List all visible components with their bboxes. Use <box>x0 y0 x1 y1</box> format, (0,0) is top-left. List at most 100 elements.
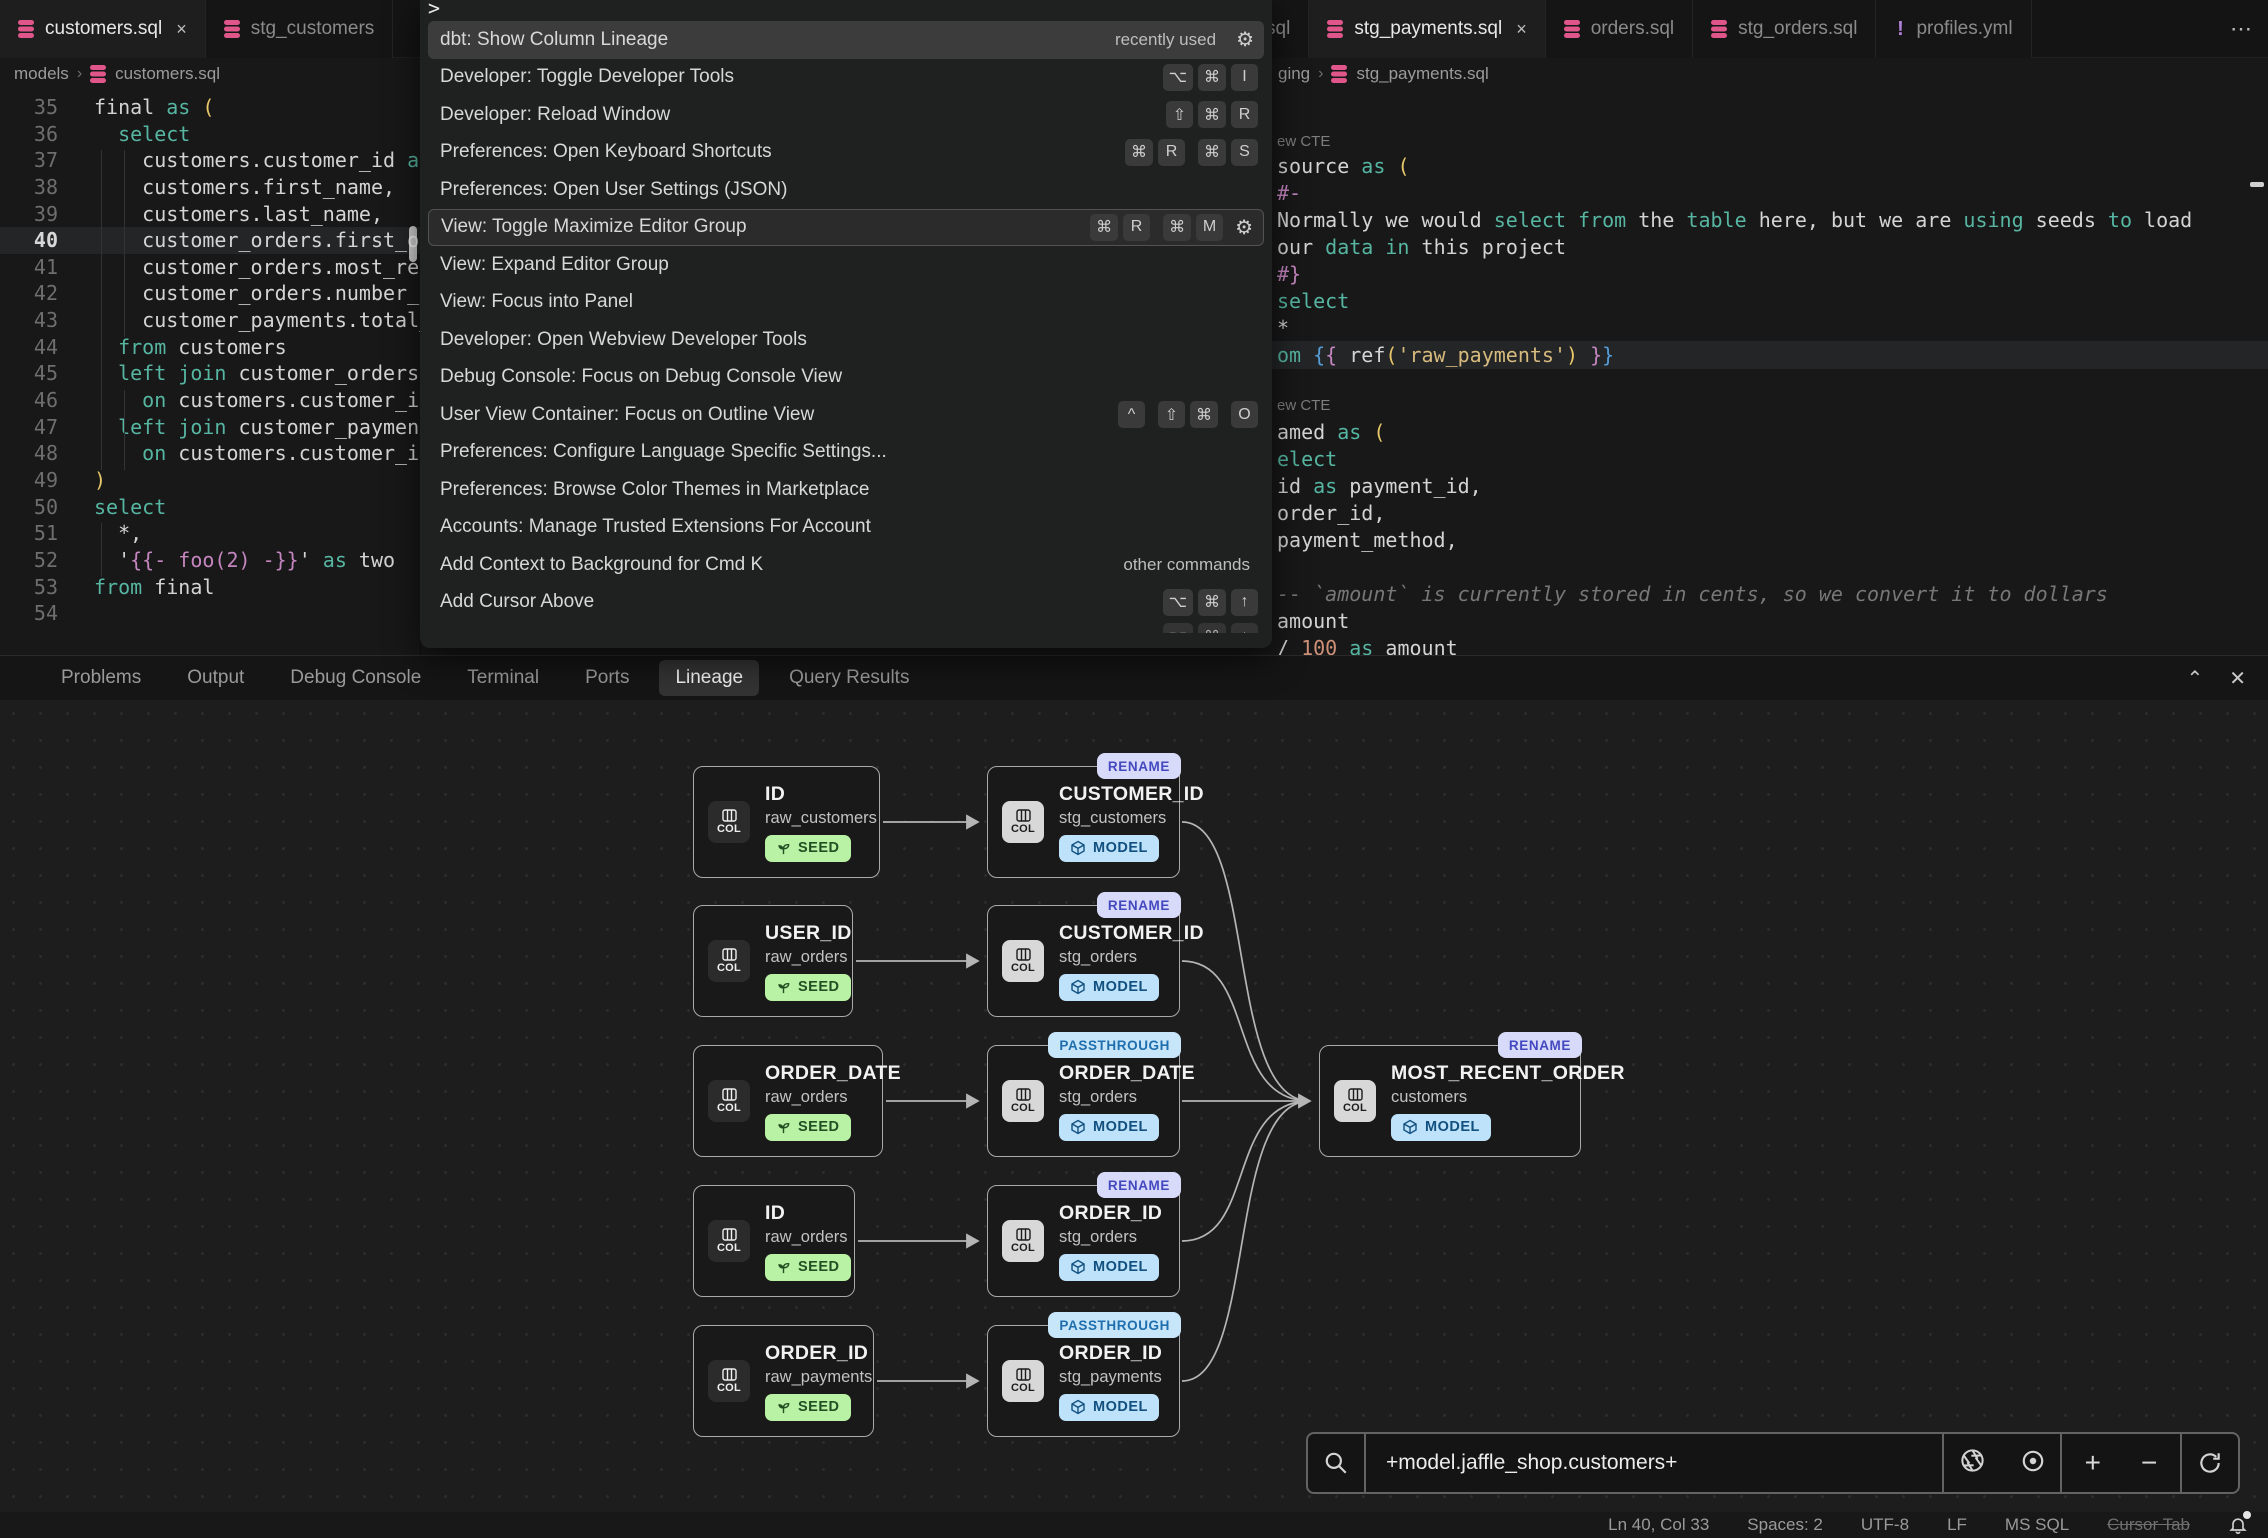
lineage-node-target-customer_id[interactable]: RENAMECOLCUSTOMER_IDstg_customersMODEL <box>987 766 1180 878</box>
status-ln[interactable]: Ln 40, Col 33 <box>1608 1515 1709 1535</box>
tab-stg_customers[interactable]: stg_customers <box>206 0 394 58</box>
lineage-node-source-order_date[interactable]: COLORDER_DATEraw_ordersSEED <box>693 1045 883 1157</box>
scrollbar-thumb[interactable] <box>409 226 417 262</box>
status-utf-8[interactable]: UTF-8 <box>1861 1515 1909 1535</box>
code-line[interactable]: 44 from customers <box>0 334 420 361</box>
command-item-partial[interactable]: ⌥⌘↓ <box>420 623 1272 633</box>
breadcrumb-file[interactable]: customers.sql <box>115 64 220 84</box>
command-item-preferences[interactable]: Preferences: Open User Settings (JSON) <box>420 171 1272 209</box>
collapse-panel-icon[interactable]: ⌃ <box>2186 666 2203 691</box>
code-line[interactable]: 48 on customers.customer_id <box>0 440 420 467</box>
gear-icon[interactable]: ⚙ <box>1235 215 1253 240</box>
breadcrumb[interactable]: models › customers.sql <box>0 58 420 90</box>
command-item-preferences[interactable]: Preferences: Open Keyboard Shortcuts⌘R⌘S <box>420 134 1272 172</box>
lineage-node-source-id[interactable]: COLIDraw_ordersSEED <box>693 1185 855 1297</box>
cursor-tab-toggle[interactable]: Cursor Tab <box>2107 1515 2190 1535</box>
code-line[interactable]: 46 on customers.customer_id <box>0 387 420 414</box>
code-line[interactable]: #- <box>1277 180 1301 207</box>
scrollbar-dash[interactable] <box>2250 182 2264 187</box>
model-query-input[interactable] <box>1386 1451 1942 1475</box>
code-line[interactable]: 52 '{{- foo(2) -}}' as two <box>0 547 420 574</box>
lineage-node-source-order_id[interactable]: COLORDER_IDraw_paymentsSEED <box>693 1325 874 1437</box>
code-line[interactable]: / 100 as amount <box>1277 635 1458 655</box>
close-icon[interactable]: × <box>176 19 187 40</box>
code-area[interactable]: 35final as (36 select37 customers.custom… <box>0 90 420 627</box>
command-item-developer[interactable]: Developer: Toggle Developer Tools⌥⌘I <box>420 59 1272 97</box>
code-line[interactable]: 49) <box>0 467 420 494</box>
command-item-view[interactable]: View: Focus into Panel <box>420 284 1272 322</box>
tab-customers-sql[interactable]: customers.sql× <box>0 0 206 58</box>
search-icon[interactable] <box>1308 1434 1366 1492</box>
panel-tab-ports[interactable]: Ports <box>569 660 645 696</box>
panel-tab-terminal[interactable]: Terminal <box>451 660 555 696</box>
breadcrumb-root[interactable]: ging <box>1278 64 1310 84</box>
command-item-debug-console[interactable]: Debug Console: Focus on Debug Console Vi… <box>420 359 1272 397</box>
code-line[interactable]: 35final as ( <box>0 94 420 121</box>
tab-stg_orders-sql[interactable]: stg_orders.sql <box>1693 0 1876 58</box>
lineage-node-target-order_date[interactable]: PASSTHROUGHCOLORDER_DATEstg_ordersMODEL <box>987 1045 1180 1157</box>
code-line[interactable]: 47 left join customer_payment <box>0 414 420 441</box>
zoom-out-button[interactable]: − <box>2141 1449 2157 1477</box>
code-line[interactable]: 53from final <box>0 574 420 601</box>
refresh-icon[interactable] <box>2182 1434 2238 1492</box>
code-line[interactable]: elect <box>1277 446 1337 473</box>
tab-overflow-button[interactable]: ⋯ <box>2214 0 2268 57</box>
command-item-user-view-container[interactable]: User View Container: Focus on Outline Vi… <box>420 396 1272 434</box>
code-line[interactable]: 50select <box>0 494 420 521</box>
code-line[interactable]: 42 customer_orders.number_o <box>0 280 420 307</box>
code-line[interactable]: 45 left join customer_orders <box>0 360 420 387</box>
code-line[interactable]: id as payment_id, <box>1277 473 1482 500</box>
close-panel-icon[interactable]: ✕ <box>2229 666 2246 691</box>
code-line[interactable]: 38 customers.first_name, <box>0 174 420 201</box>
breadcrumb-root[interactable]: models <box>14 64 69 84</box>
gear-icon[interactable]: ⚙ <box>1236 27 1254 52</box>
code-line[interactable]: 43 customer_payments.total_ <box>0 307 420 334</box>
code-line[interactable]: our data in this project <box>1277 234 1566 261</box>
code-line[interactable]: 36 select <box>0 121 420 148</box>
panel-tab-debug-console[interactable]: Debug Console <box>274 660 437 696</box>
code-line[interactable]: amount <box>1277 608 1349 635</box>
panel-tab-problems[interactable]: Problems <box>45 660 157 696</box>
lineage-node-target-customer_id[interactable]: RENAMECOLCUSTOMER_IDstg_ordersMODEL <box>987 905 1180 1017</box>
code-line[interactable]: 40 customer_orders.first_or <box>0 227 420 254</box>
aperture-icon[interactable] <box>1959 1447 1986 1479</box>
command-item-preferences[interactable]: Preferences: Browse Color Themes in Mark… <box>420 471 1272 509</box>
code-line[interactable]: 54 <box>0 600 420 627</box>
lineage-node-target-order_id[interactable]: RENAMECOLORDER_IDstg_ordersMODEL <box>987 1185 1180 1297</box>
command-item-developer[interactable]: Developer: Open Webview Developer Tools <box>420 321 1272 359</box>
code-line[interactable]: 51 *, <box>0 520 420 547</box>
tab-orders-sql[interactable]: orders.sql <box>1546 0 1693 58</box>
code-line[interactable]: #} <box>1277 261 1301 288</box>
lineage-canvas[interactable]: COLIDraw_customersSEED RENAMECOLCUSTOMER_… <box>0 700 2268 1512</box>
command-item-dbt[interactable]: dbt: Show Column Lineagerecently used⚙ <box>428 21 1264 59</box>
code-line[interactable]: 39 customers.last_name, <box>0 201 420 228</box>
tab-profiles-yml[interactable]: !profiles.yml <box>1876 0 2031 58</box>
panel-tab-query-results[interactable]: Query Results <box>773 660 925 696</box>
status-ms[interactable]: MS SQL <box>2005 1515 2069 1535</box>
close-icon[interactable]: × <box>1516 19 1527 40</box>
code-line[interactable]: select <box>1277 288 1349 315</box>
command-input[interactable]: > <box>420 0 1272 16</box>
breadcrumb-file[interactable]: stg_payments.sql <box>1356 64 1488 84</box>
code-line[interactable]: order_id, <box>1277 500 1385 527</box>
lineage-node-source-user_id[interactable]: COLUSER_IDraw_ordersSEED <box>693 905 853 1017</box>
code-line[interactable]: payment_method, <box>1277 527 1458 554</box>
zoom-in-button[interactable]: + <box>2085 1449 2101 1477</box>
command-item-view[interactable]: View: Toggle Maximize Editor Group⌘R⌘M⚙ <box>428 209 1264 247</box>
code-line[interactable]: Normally we would select from the table … <box>1277 207 2192 234</box>
lineage-node-source-id[interactable]: COLIDraw_customersSEED <box>693 766 880 878</box>
command-item-add-context-to-background-for-cmd-k[interactable]: Add Context to Background for Cmd Kother… <box>420 546 1272 584</box>
code-line[interactable]: 37 customers.customer_id as <box>0 147 420 174</box>
tab-stg_payments-sql[interactable]: stg_payments.sql× <box>1309 0 1545 58</box>
code-line[interactable]: amed as ( <box>1277 419 1385 446</box>
command-item-developer[interactable]: Developer: Reload Window⇧⌘R <box>420 96 1272 134</box>
status-lf[interactable]: LF <box>1947 1515 1967 1535</box>
notifications-bell-icon[interactable] <box>2228 1515 2248 1535</box>
model-selector-input[interactable] <box>1366 1434 1944 1492</box>
lineage-node-target-order_id[interactable]: PASSTHROUGHCOLORDER_IDstg_paymentsMODEL <box>987 1325 1180 1437</box>
panel-tab-output[interactable]: Output <box>171 660 260 696</box>
status-spaces[interactable]: Spaces: 2 <box>1747 1515 1823 1535</box>
command-item-view[interactable]: View: Expand Editor Group <box>420 246 1272 284</box>
lineage-node-final-most-recent-order[interactable]: RENAMECOLMOST_RECENT_ORDERcustomersMODEL <box>1319 1045 1581 1157</box>
focus-target-icon[interactable] <box>2020 1448 2046 1479</box>
